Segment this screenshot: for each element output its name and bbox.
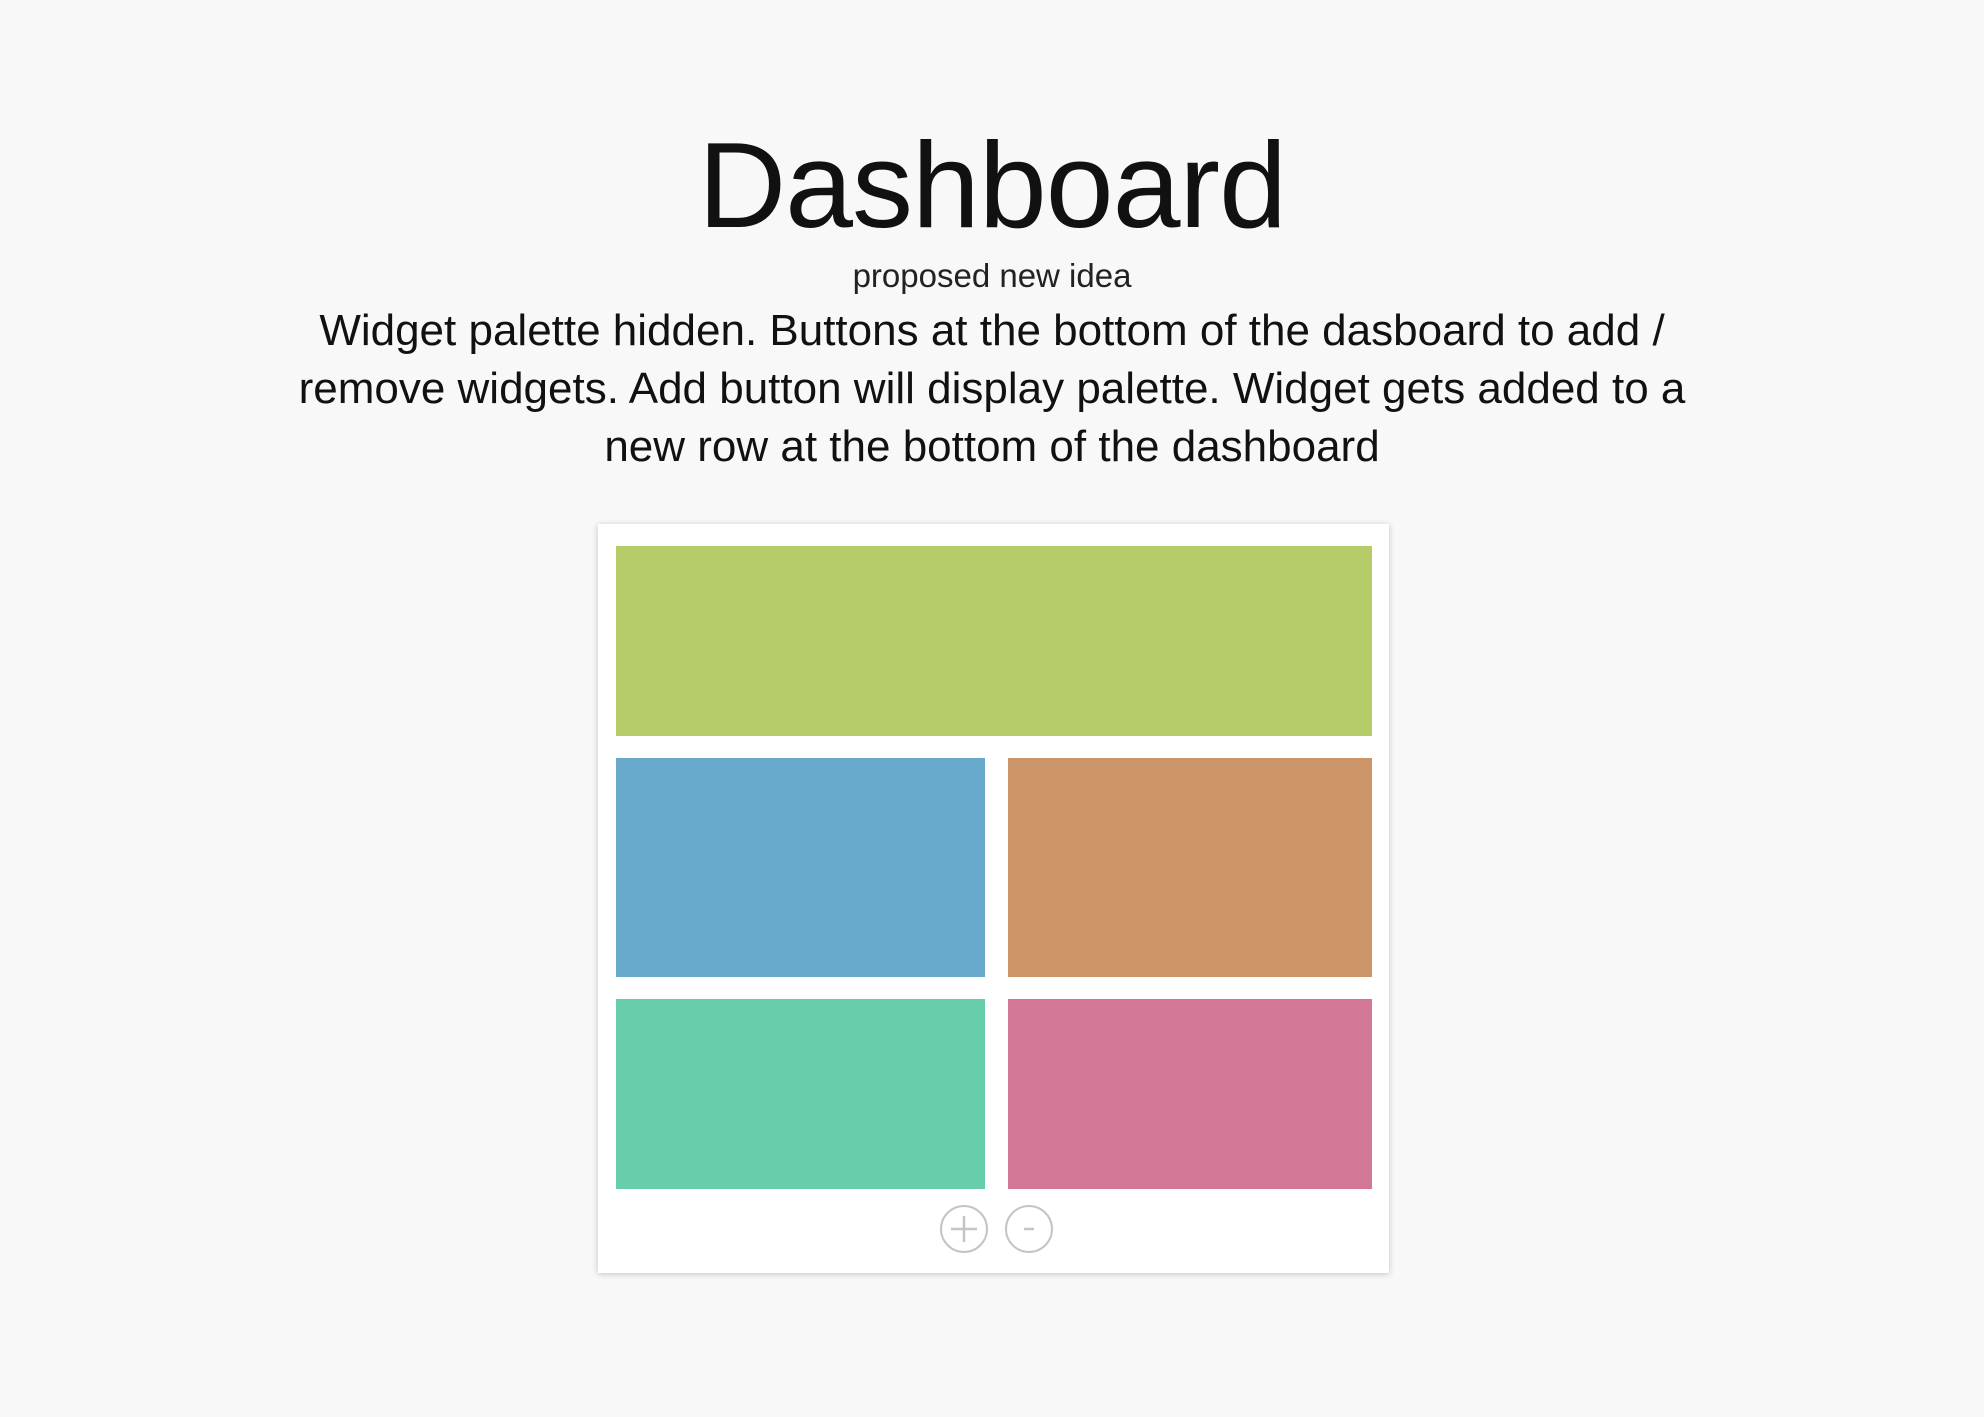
page-description: Widget palette hidden. Buttons at the bo… <box>298 306 1686 471</box>
widget-bottom-right[interactable] <box>1008 999 1372 1189</box>
add-widget-button[interactable] <box>940 1205 988 1253</box>
widget-mid-right[interactable] <box>1008 758 1372 977</box>
widget-bottom-left[interactable] <box>616 999 985 1189</box>
page-title: Dashboard <box>698 117 1287 253</box>
widget-top[interactable] <box>616 546 1372 736</box>
page-header: Dashboard proposed new idea <box>0 120 1984 294</box>
plus-icon <box>951 1216 977 1242</box>
minus-icon <box>1024 1227 1034 1231</box>
dashboard-panel <box>598 524 1389 1273</box>
remove-widget-button[interactable] <box>1005 1205 1053 1253</box>
widget-mid-left[interactable] <box>616 758 985 977</box>
widget-controls <box>598 1205 1389 1257</box>
page-subtitle: proposed new idea <box>852 257 1132 294</box>
